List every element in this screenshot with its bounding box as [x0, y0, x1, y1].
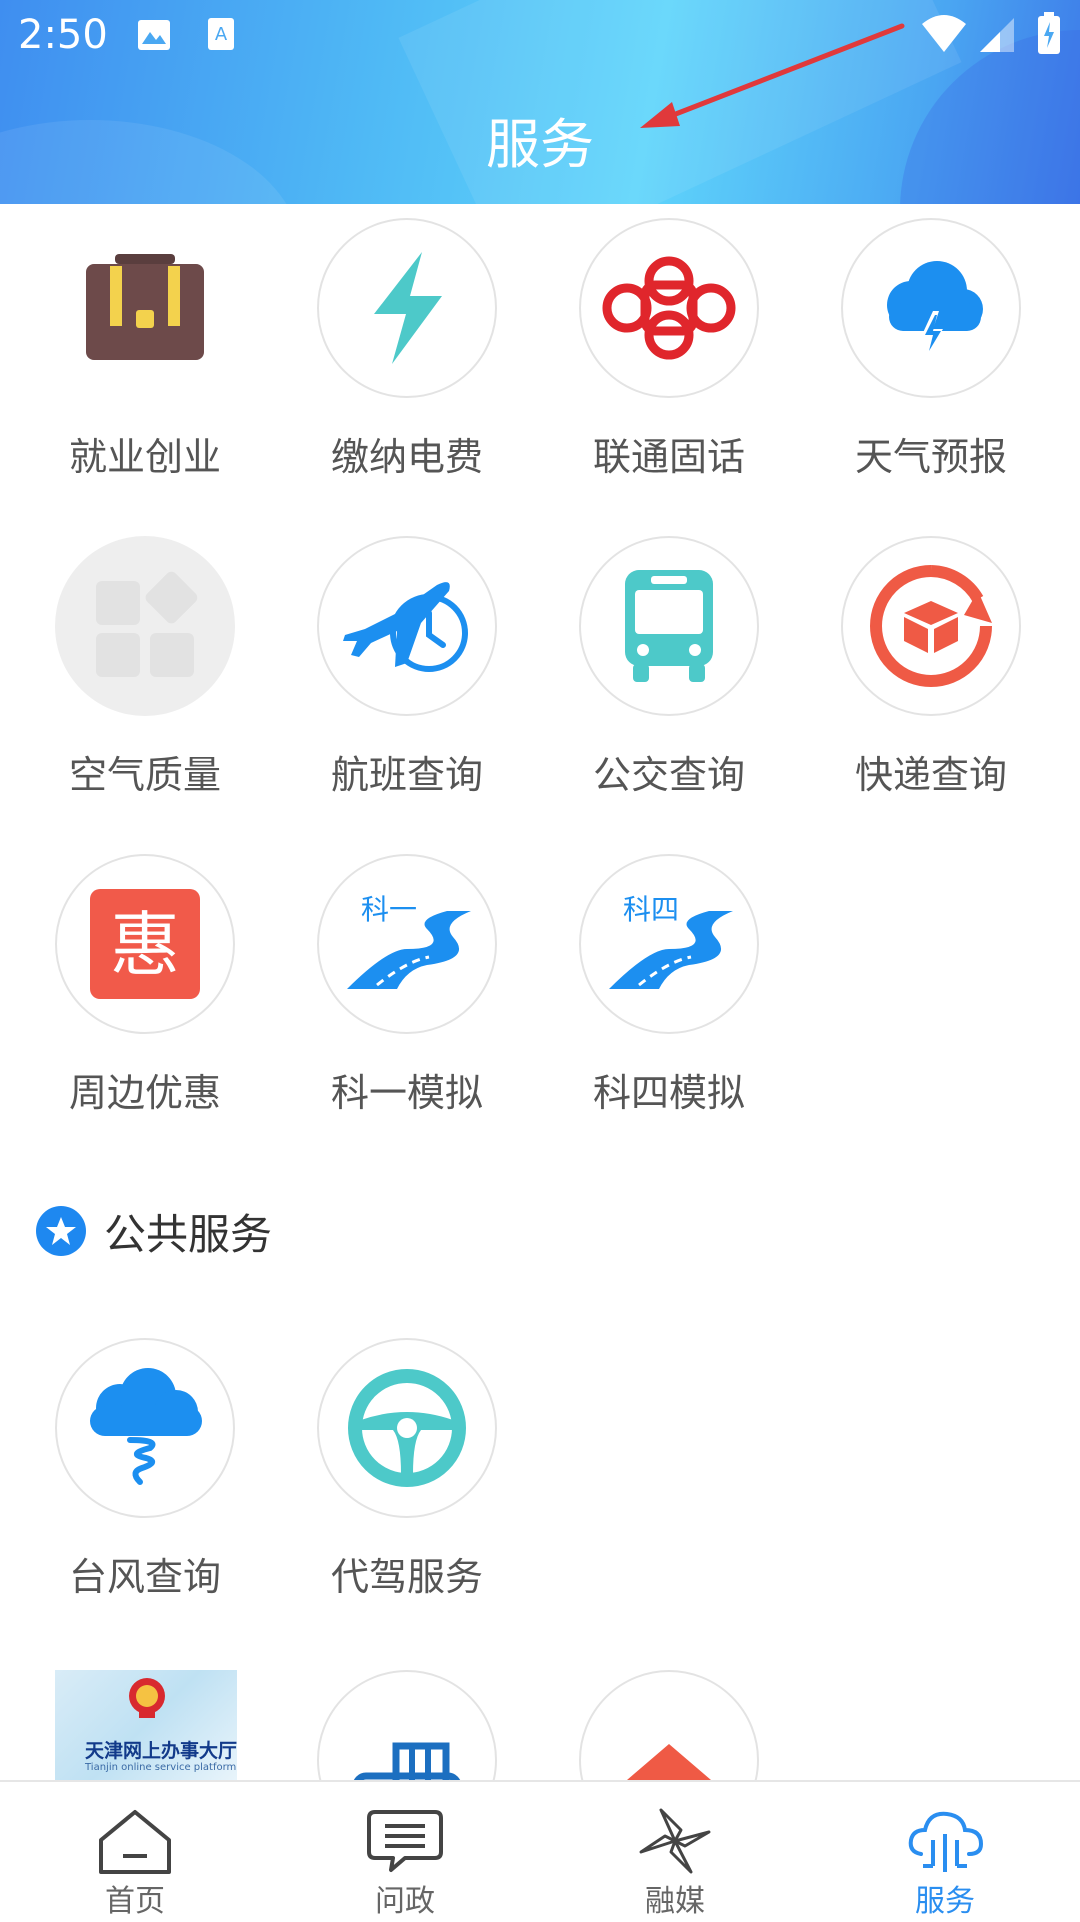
- annotation-arrow-icon: [640, 23, 905, 128]
- service-label: 天气预报: [854, 435, 1007, 479]
- road-icon: 科一: [347, 893, 471, 989]
- service-icon-wrap: [317, 536, 497, 716]
- road-badge: 科一: [361, 893, 417, 926]
- service-icon-wrap: [317, 1338, 497, 1518]
- service-icon-wrap: [55, 536, 235, 716]
- section-title: 公共服务: [104, 1209, 273, 1259]
- service-label: 科一模拟: [330, 1071, 483, 1115]
- service-icon-wrap: [579, 218, 759, 398]
- nav-label: 问政: [375, 1884, 435, 1919]
- service-label: 代驾服务: [330, 1555, 483, 1599]
- pinwheel-icon: [639, 1808, 711, 1874]
- nav-label: 服务: [915, 1884, 975, 1919]
- service-label: 快递查询: [854, 753, 1007, 797]
- gov-emblem-icon: [129, 1678, 165, 1718]
- service-label: 就业创业: [68, 435, 221, 479]
- service-icon-wrap: [579, 536, 759, 716]
- service-label: 缴纳电费: [330, 435, 483, 479]
- cloud-service-icon: [908, 1811, 984, 1872]
- service-icon-wrap: [841, 536, 1021, 716]
- lightning-icon: [374, 252, 442, 364]
- home-icon: [99, 1810, 171, 1874]
- typhoon-cloud-icon: [90, 1368, 202, 1485]
- bus-icon: [625, 570, 713, 682]
- steering-wheel-icon: [348, 1369, 466, 1487]
- service-label: 联通固话: [592, 435, 745, 479]
- airplane-clock-icon: [343, 582, 468, 672]
- tianjin-online-subtitle: Tianjin online service platform: [85, 1762, 237, 1773]
- bottom-navigation: 首页 问政 融媒 服务: [0, 1780, 1080, 1922]
- tianjin-online-title: 天津网上办事大厅: [85, 1740, 237, 1762]
- nav-label: 首页: [105, 1884, 165, 1919]
- svg-text:惠: 惠: [110, 904, 180, 986]
- public-services-header: 公共服务: [36, 1205, 272, 1259]
- road-badge: 科四: [623, 893, 679, 926]
- service-label: 台风查询: [68, 1555, 221, 1599]
- service-icon-wrap: [55, 218, 235, 398]
- service-icon-wrap: [317, 218, 497, 398]
- service-icon-wrap: 科一: [317, 854, 497, 1034]
- nav-services[interactable]: 服务: [810, 1782, 1080, 1922]
- top-header: 2:50 A 服务: [0, 0, 1080, 204]
- service-item-tianjin-online[interactable]: 天津网上办事大厅 Tianjin online service platform: [55, 1670, 237, 1780]
- service-icon-wrap: [841, 218, 1021, 398]
- service-label: 公交查询: [592, 753, 745, 797]
- service-icon-wrap: 惠: [55, 854, 235, 1034]
- road-icon: 科四: [609, 893, 733, 989]
- chat-bubble-icon: [367, 1810, 443, 1872]
- nav-inquiry[interactable]: 问政: [270, 1782, 540, 1922]
- nav-home[interactable]: 首页: [0, 1782, 270, 1922]
- parcel-cycle-icon: [870, 565, 992, 687]
- service-icon-wrap: 科四: [579, 854, 759, 1034]
- service-icon-wrap: [55, 1338, 235, 1518]
- service-label: 周边优惠: [68, 1071, 221, 1115]
- placeholder-grid-icon: [96, 571, 198, 677]
- briefcase-icon: [86, 254, 204, 360]
- discount-hui-icon: 惠: [90, 889, 200, 999]
- service-label: 空气质量: [68, 753, 221, 797]
- nav-label: 融媒: [645, 1884, 705, 1919]
- unicom-knot-icon: [602, 256, 736, 360]
- service-label: 航班查询: [330, 753, 483, 797]
- nav-media[interactable]: 融媒: [540, 1782, 810, 1922]
- service-label: 科四模拟: [592, 1071, 745, 1115]
- star-icon: [36, 1206, 86, 1256]
- thunder-cloud-icon: [887, 261, 983, 357]
